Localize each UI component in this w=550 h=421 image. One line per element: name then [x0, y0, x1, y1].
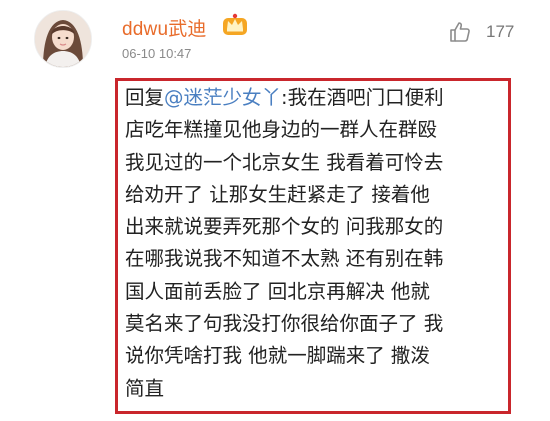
- reply-line: 店吃年糕撞见他身边的一群人在群殴: [125, 118, 438, 142]
- comment-item: ddwu武迪 06-10 10:47 177 回复@迷茫少女丫:我在酒吧门口便利…: [0, 0, 550, 421]
- reply-text: 回复@迷茫少女丫:我在酒吧门口便利 店吃年糕撞见他身边的一群人在群殴 我见过的一…: [125, 82, 509, 405]
- like-count: 177: [486, 22, 515, 41]
- reply-line: 给劝开了 让那女生赶紧走了 接着他: [125, 182, 430, 206]
- reply-line: 简直: [125, 376, 165, 400]
- reply-line-text: :我在酒吧门口便利: [281, 86, 444, 109]
- reply-line: 莫名来了句我没打你很给你面子了 我: [125, 312, 444, 336]
- timestamp: 06-10 10:47: [122, 46, 192, 61]
- vip-crown-icon: [222, 12, 248, 36]
- username[interactable]: ddwu武迪: [122, 14, 207, 41]
- reply-line: 我见过的一个北京女生 我看着可怜去: [125, 150, 444, 174]
- reply-line: 在哪我说我不知道不太熟 还有别在韩: [125, 247, 444, 271]
- like-button[interactable]: 177: [448, 18, 514, 46]
- mention-link[interactable]: @迷茫少女丫: [164, 86, 281, 109]
- avatar[interactable]: [34, 10, 92, 68]
- reply-line: 回复@迷茫少女丫:我在酒吧门口便利: [125, 82, 509, 114]
- thumbs-up-icon: [448, 20, 472, 44]
- reply-line: 说你凭啥打我 他就一脚踹来了 撒泼: [125, 344, 430, 368]
- avatar-image: [35, 11, 91, 67]
- reply-line: 国人面前丢脸了 回北京再解决 他就: [125, 279, 430, 303]
- reply-line: 出来就说要弄死那个女的 问我那女的: [125, 215, 444, 239]
- reply-prefix: 回复: [125, 86, 165, 109]
